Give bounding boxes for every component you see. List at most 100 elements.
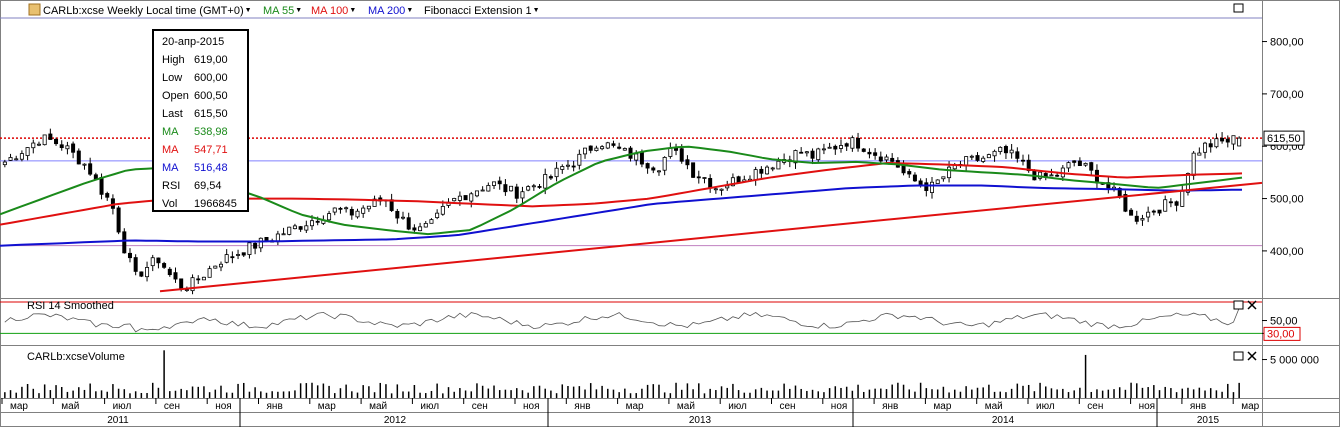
candle-body [622, 148, 627, 151]
tooltip-key: RSI [162, 180, 181, 192]
candle-body [759, 168, 764, 174]
price-tick-label: 400,00 [1270, 246, 1304, 258]
maximize-icon[interactable] [1233, 351, 1244, 361]
candle-body [258, 237, 263, 249]
candle-body [1066, 162, 1071, 169]
x-month-label: ноя [1139, 401, 1156, 412]
candle-body [1237, 137, 1242, 147]
candle-body [986, 154, 991, 159]
candle-body [1049, 174, 1054, 177]
x-month-label: ноя [215, 401, 232, 412]
candle-body [361, 207, 366, 214]
title-header[interactable]: CARLb:xcse Weekly Local time (GMT+0) [43, 5, 244, 17]
tooltip-key: Low [162, 72, 183, 84]
candle-body [452, 197, 457, 202]
candle-body [349, 209, 354, 216]
candle-body [918, 180, 923, 186]
chart-menu-icon[interactable] [28, 3, 41, 16]
close-icon[interactable] [1247, 351, 1257, 361]
x-month-label: мар [933, 401, 951, 412]
x-month-label: сен [780, 401, 796, 412]
candle-body [1151, 210, 1156, 213]
candle-body [253, 242, 258, 249]
candle-body [1021, 159, 1026, 162]
x-month-label: сен [1087, 401, 1103, 412]
candle-body [31, 142, 36, 149]
candle-body [890, 157, 895, 162]
candle-body [201, 276, 206, 281]
candle-body [1129, 209, 1134, 216]
candle-body [713, 188, 718, 191]
candle-body [179, 278, 184, 289]
candle-body [827, 146, 832, 149]
candle-body [998, 146, 1003, 152]
tooltip-key: Last [162, 108, 183, 120]
x-month-label: июл [113, 401, 132, 412]
candle-body [702, 177, 707, 179]
tooltip-key: Vol [162, 198, 178, 210]
candle-body [162, 263, 167, 268]
candle-body [765, 166, 770, 175]
tooltip-value: 600,50 [194, 90, 228, 102]
candle-body [99, 177, 104, 195]
candle-body [1009, 149, 1014, 154]
candle-body [799, 151, 804, 154]
candle-body [1191, 152, 1196, 176]
candle-body [776, 160, 781, 170]
candle-body [355, 210, 360, 218]
tooltip-date: 20-апр-2015 [162, 36, 225, 48]
volume-tick-label: 5 000 000 [1270, 355, 1319, 367]
candle-body [332, 207, 337, 213]
price-tick-label: 700,00 [1270, 89, 1304, 101]
tooltip-key: MA [162, 144, 179, 156]
candle-body [685, 159, 690, 166]
candle-body [8, 157, 13, 161]
ma55-header[interactable]: MA 55 [263, 5, 294, 17]
candle-body [48, 133, 53, 140]
candle-body [1208, 143, 1213, 148]
candle-body [139, 271, 144, 277]
candle-body [412, 227, 417, 231]
candle-body [947, 166, 952, 179]
candle-body [2, 161, 7, 166]
candle-body [1163, 199, 1168, 212]
candle-body [935, 179, 940, 184]
maximize-icon[interactable] [1233, 3, 1244, 13]
candle-body [588, 145, 593, 151]
candle-body [1140, 218, 1145, 221]
ma100-header[interactable]: MA 100 [311, 5, 348, 17]
candle-body [309, 220, 314, 227]
x-month-label: мар [318, 401, 336, 412]
x-year-label: 2015 [1197, 415, 1220, 426]
candle-body [1225, 138, 1230, 143]
candle-body [548, 176, 553, 179]
tooltip-row: Last 615,50 [162, 105, 247, 123]
candle-body [668, 147, 673, 157]
candle-body [969, 155, 974, 158]
candle-body [992, 150, 997, 157]
candle-body [213, 265, 218, 269]
candle-body [54, 138, 59, 145]
candle-body [514, 186, 519, 199]
candle-body [981, 157, 986, 162]
candle-body [14, 158, 19, 161]
candle-body [264, 237, 269, 241]
x-month-label: мар [1241, 401, 1259, 412]
chevron-down-icon: ▼ [533, 7, 540, 14]
candle-body [25, 147, 30, 156]
fib-header[interactable]: Fibonacci Extension 1 [424, 5, 532, 17]
ma200-header[interactable]: MA 200 [368, 5, 405, 17]
candle-body [1231, 135, 1236, 145]
candle-body [634, 153, 639, 161]
candle-body [543, 174, 548, 189]
candle-body [725, 185, 730, 189]
candle-body [287, 226, 292, 235]
tooltip-value: 69,54 [194, 180, 222, 192]
maximize-icon[interactable] [1233, 300, 1244, 310]
candle-body [577, 153, 582, 166]
candle-body [838, 145, 843, 149]
candle-body [440, 205, 445, 215]
candle-body [930, 181, 935, 193]
rsi-panel-title: RSI 14 Smoothed [27, 300, 114, 312]
candle-body [486, 185, 491, 192]
